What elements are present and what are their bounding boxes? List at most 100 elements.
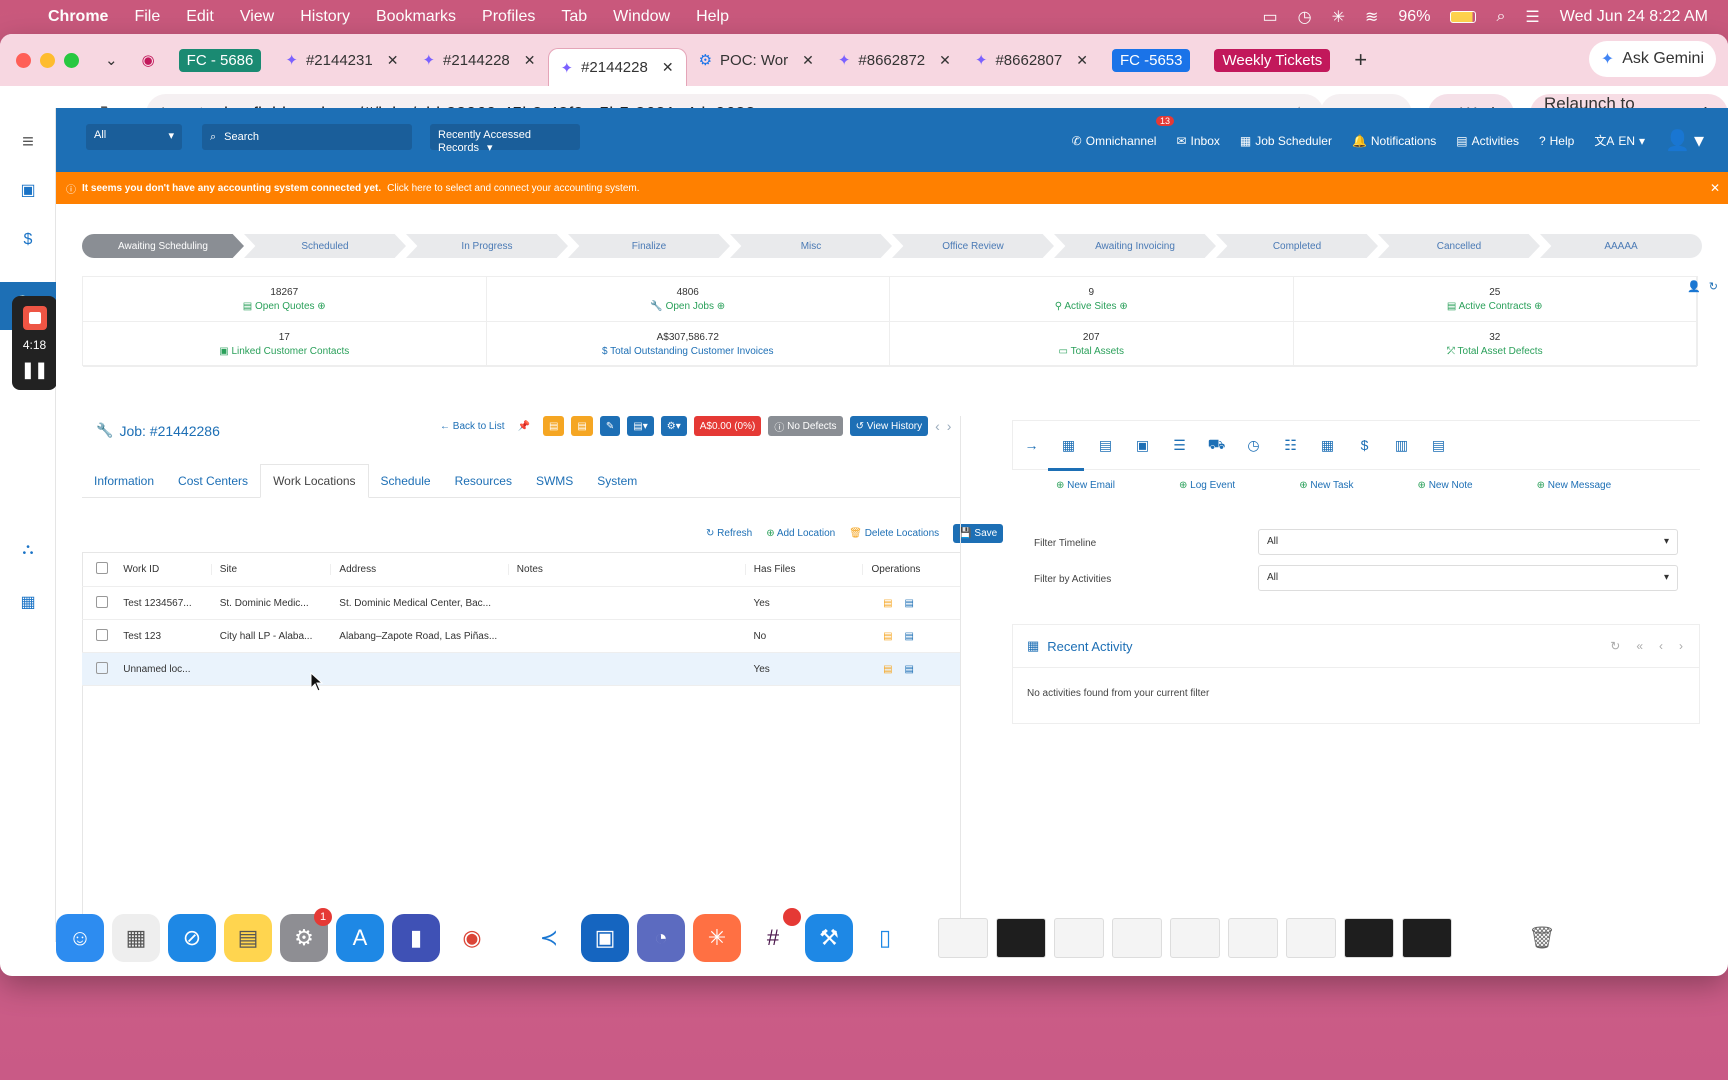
slack-icon[interactable]: #: [749, 908, 801, 962]
minimized-window-thumbnail[interactable]: [1460, 918, 1510, 958]
minimized-window-thumbnail[interactable]: [1170, 918, 1220, 958]
stage-awaiting-scheduling[interactable]: Awaiting Scheduling: [82, 234, 244, 258]
minimized-window-thumbnail[interactable]: [1228, 918, 1278, 958]
menu-profiles[interactable]: Profiles: [482, 8, 535, 26]
stat-open-jobs[interactable]: 4806 🔧 Open Jobs ⊕: [486, 277, 890, 322]
global-search-input[interactable]: ⌕ Search: [202, 124, 412, 150]
tab-search-button[interactable]: ⌄: [93, 41, 130, 79]
refresh-icon[interactable]: ↻: [1709, 280, 1718, 293]
activities-link[interactable]: ▤ Activities: [1456, 134, 1519, 148]
trash-icon[interactable]: 🗑: [1518, 914, 1566, 962]
minimized-window-thumbnail[interactable]: [938, 918, 988, 958]
add-location-button[interactable]: ⊕ Add Location: [766, 528, 835, 539]
menu-file[interactable]: File: [134, 8, 160, 26]
row-checkbox[interactable]: [82, 628, 115, 644]
vscode-icon[interactable]: ≺: [525, 914, 573, 962]
stage-completed[interactable]: Completed: [1216, 234, 1378, 258]
row-checkbox[interactable]: [82, 595, 115, 611]
clock-icon[interactable]: ◷: [1298, 7, 1312, 27]
documents-icon[interactable]: ▦: [14, 588, 42, 616]
stage-cancelled[interactable]: Cancelled: [1378, 234, 1540, 258]
battery-icon[interactable]: [1450, 11, 1477, 23]
defects-badge[interactable]: ⓘ No Defects: [768, 416, 843, 436]
tab-schedule[interactable]: Schedule: [369, 464, 443, 498]
view-history-button[interactable]: ↺ View History: [849, 416, 929, 436]
close-tab-icon[interactable]: ✕: [387, 52, 399, 69]
col-site[interactable]: Site: [212, 564, 332, 575]
browser-tab[interactable]: ✦ #8662872 ✕: [826, 41, 963, 79]
menu-history[interactable]: History: [300, 8, 350, 26]
tab-group-weekly-tickets[interactable]: Weekly Tickets: [1202, 41, 1342, 79]
stage-misc[interactable]: Misc: [730, 234, 892, 258]
chat-app-icon[interactable]: ◔: [637, 914, 685, 962]
briefcase-icon[interactable]: ▥: [1383, 437, 1420, 454]
tab-group-fc-5653[interactable]: FC -5653: [1100, 41, 1203, 79]
stage-scheduled[interactable]: Scheduled: [244, 234, 406, 258]
browser-tab[interactable]: ✦ #8662807 ✕: [963, 41, 1100, 79]
xcode-instruments-icon[interactable]: ⚒: [805, 914, 853, 962]
close-tab-icon[interactable]: ✕: [939, 52, 951, 69]
launchpad-icon[interactable]: ▦: [112, 914, 160, 962]
dollar-icon[interactable]: $: [14, 226, 42, 254]
minimized-window-thumbnail[interactable]: [996, 918, 1046, 958]
pause-recording-icon[interactable]: ❚❚: [21, 360, 48, 380]
table-row[interactable]: Test 123 City hall LP - Alaba... Alabang…: [82, 620, 960, 653]
language-select[interactable]: 文A EN ▾: [1594, 132, 1645, 149]
file-row-icon[interactable]: ▤: [905, 631, 914, 642]
calendar-icon[interactable]: ▦: [1050, 437, 1087, 454]
stat-total-assets[interactable]: 207 ▭ Total Assets: [890, 322, 1294, 367]
pin-icon[interactable]: 📌: [517, 421, 529, 432]
filter-timeline-select[interactable]: All ▾: [1258, 529, 1678, 555]
minimized-window-thumbnail[interactable]: [1402, 918, 1452, 958]
remote-desktop-icon[interactable]: ▮: [392, 914, 440, 962]
tab-swms[interactable]: SWMS: [524, 464, 585, 498]
col-notes[interactable]: Notes: [509, 564, 746, 575]
file-icon[interactable]: ▤: [1420, 437, 1457, 454]
browser-tab[interactable]: ⚙ POC: Wor ✕: [687, 41, 826, 79]
close-tab-icon[interactable]: ✕: [1076, 52, 1088, 69]
refresh-icon[interactable]: ↻: [1610, 639, 1620, 653]
wifi-icon[interactable]: ≋: [1365, 7, 1378, 27]
next-page-icon[interactable]: ›: [1679, 639, 1683, 653]
zoom-window-button[interactable]: [64, 52, 79, 68]
new-note-button[interactable]: ⊕ New Note: [1418, 480, 1473, 491]
stage-office-review[interactable]: Office Review: [892, 234, 1054, 258]
stage-finalize[interactable]: Finalize: [568, 234, 730, 258]
prev-record-icon[interactable]: ‹: [935, 418, 940, 434]
contact-icon[interactable]: ▣: [1124, 437, 1161, 454]
list-icon[interactable]: ☰: [1161, 437, 1198, 454]
user-menu[interactable]: 👤 ▾: [1665, 128, 1704, 153]
tab-group-fc-5686[interactable]: FC - 5686: [167, 41, 274, 79]
control-center-icon[interactable]: ☰: [1525, 7, 1539, 27]
chrome-icon[interactable]: ◉: [448, 914, 496, 962]
stat-linked-contacts[interactable]: 17 ▣ Linked Customer Contacts: [83, 322, 487, 367]
safari-icon[interactable]: ⊘: [168, 914, 216, 962]
document-icon[interactable]: ▤: [1087, 437, 1124, 454]
accounting-alert-banner[interactable]: ⓘ It seems you don't have any accounting…: [56, 172, 1728, 204]
stat-asset-defects[interactable]: 32 ⤱ Total Asset Defects: [1293, 322, 1697, 367]
recent-records-dropdown[interactable]: Recently Accessed Records ▾: [430, 124, 580, 154]
claude-icon[interactable]: ✳: [1332, 7, 1345, 27]
browser-tab-active[interactable]: ✦ #2144228 ✕: [547, 48, 687, 86]
notes-icon[interactable]: ▤: [224, 914, 272, 962]
documents-dropdown[interactable]: ▤ ▾: [627, 416, 654, 436]
claude-app-icon[interactable]: ✳: [693, 914, 741, 962]
minimized-window-thumbnail[interactable]: [1054, 918, 1104, 958]
stop-recording-button[interactable]: [22, 306, 47, 330]
person-icon[interactable]: 👤: [1687, 280, 1701, 293]
stat-open-quotes[interactable]: 18267 ▤ Open Quotes ⊕: [83, 277, 487, 322]
col-has-files[interactable]: Has Files: [746, 564, 864, 575]
preview-icon[interactable]: ▯: [861, 914, 909, 962]
first-page-icon[interactable]: «: [1636, 639, 1643, 653]
inbox-link[interactable]: ✉ Inbox: [1176, 134, 1219, 148]
browser-tab[interactable]: ✦ #2144228 ✕: [410, 41, 547, 79]
checklist-icon[interactable]: ☷: [1272, 437, 1309, 454]
file-row-icon[interactable]: ▤: [905, 598, 914, 609]
edit-button[interactable]: ✎: [599, 416, 621, 436]
calendar-alt-icon[interactable]: ▦: [1309, 437, 1346, 454]
new-message-button[interactable]: ⊕ New Message: [1537, 480, 1612, 491]
stage-aaaaa[interactable]: AAAAA: [1540, 234, 1702, 258]
tab-system[interactable]: System: [585, 464, 649, 498]
spotlight-search-icon[interactable]: ⌕: [1496, 8, 1505, 26]
stage-in-progress[interactable]: In Progress: [406, 234, 568, 258]
